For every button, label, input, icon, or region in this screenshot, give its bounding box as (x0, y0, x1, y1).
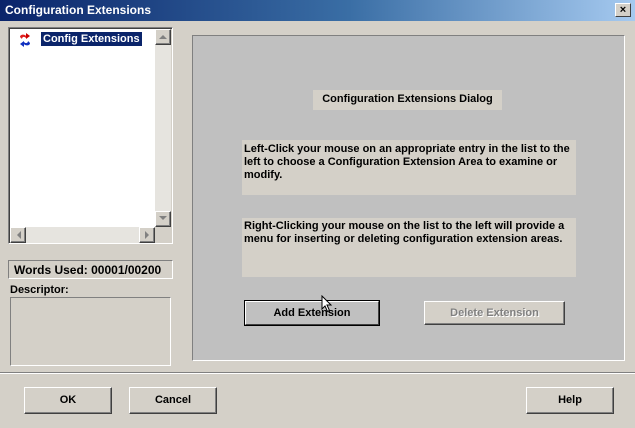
scroll-corner (155, 227, 171, 243)
tree-item-label: Config Extensions (41, 32, 142, 46)
horizontal-scrollbar[interactable] (10, 227, 155, 243)
scroll-up-button[interactable] (155, 29, 171, 45)
delete-extension-button[interactable]: Delete Extension (424, 301, 565, 325)
add-extension-label: Add Extension (245, 301, 379, 325)
words-used-field: Words Used: 00001/00200 (8, 260, 173, 279)
window-title: Configuration Extensions (5, 3, 152, 17)
arrow-up-icon (159, 35, 167, 39)
scroll-down-button[interactable] (155, 211, 171, 227)
dialog-title: Configuration Extensions Dialog (313, 90, 502, 110)
words-used-label: Words Used: 00001/00200 (14, 263, 162, 277)
ok-button[interactable]: OK (24, 387, 112, 414)
extensions-tree[interactable]: Config Extensions (8, 27, 173, 244)
scroll-right-button[interactable] (139, 227, 155, 243)
cancel-button[interactable]: Cancel (129, 387, 217, 414)
close-button[interactable]: × (615, 3, 631, 17)
arrow-down-icon (159, 216, 167, 220)
instructions-right-click: Right-Clicking your mouse on the list to… (242, 218, 576, 277)
descriptor-field[interactable] (10, 297, 171, 366)
descriptor-label: Descriptor: (10, 284, 69, 296)
close-icon: × (619, 4, 627, 16)
instructions-left-click: Left-Click your mouse on an appropriate … (242, 140, 576, 195)
config-extension-icon (20, 33, 30, 47)
arrow-right-icon (144, 231, 149, 239)
mouse-cursor-icon (321, 295, 333, 313)
help-button[interactable]: Help (526, 387, 614, 414)
separator (0, 372, 635, 374)
scroll-left-button[interactable] (10, 227, 26, 243)
add-extension-button[interactable]: Add Extension (244, 300, 380, 326)
arrow-left-icon (16, 231, 21, 239)
title-bar: Configuration Extensions × (0, 0, 635, 21)
vertical-scrollbar[interactable] (155, 29, 171, 227)
